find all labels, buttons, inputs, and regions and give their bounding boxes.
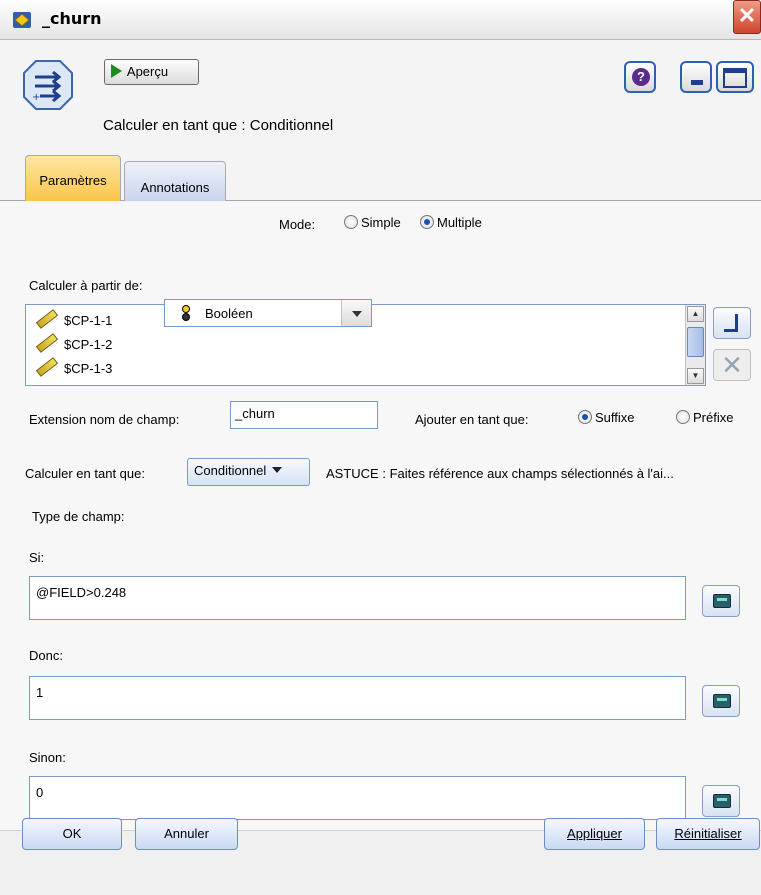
minimize-button[interactable] bbox=[680, 61, 712, 93]
list-scrollbar[interactable]: ▲ ▼ bbox=[685, 305, 705, 385]
ok-button[interactable]: OK bbox=[22, 818, 122, 850]
else-expression-builder-button[interactable] bbox=[702, 785, 740, 817]
prefix-radio[interactable]: Préfixe bbox=[676, 410, 733, 425]
then-expression-input[interactable]: 1 bbox=[29, 676, 686, 720]
reset-label: Réinitialiser bbox=[674, 826, 742, 841]
cancel-button[interactable]: Annuler bbox=[135, 818, 238, 850]
derive-node-dialog: _churn ✕ + Aperçu ? Calculer en tant que bbox=[0, 0, 761, 895]
then-label: Donc: bbox=[29, 648, 63, 663]
mode-simple-radio[interactable]: Simple bbox=[344, 215, 401, 230]
node-caption: Calculer en tant que : Conditionnel bbox=[103, 117, 334, 134]
field-type-label: Type de champ: bbox=[32, 509, 125, 524]
else-expression-input[interactable]: 0 bbox=[29, 776, 686, 820]
derive-from-label: Calculer à partir de: bbox=[29, 278, 143, 293]
scroll-up-icon[interactable]: ▲ bbox=[687, 306, 704, 322]
close-button[interactable]: ✕ bbox=[733, 0, 761, 34]
scroll-down-icon[interactable]: ▼ bbox=[687, 368, 704, 384]
ruler-continuous-icon bbox=[35, 309, 59, 329]
if-expression-builder-button[interactable] bbox=[702, 585, 740, 617]
field-picker-button[interactable] bbox=[713, 307, 751, 339]
tab-parametres[interactable]: Paramètres bbox=[25, 155, 121, 201]
list-item[interactable]: $CP-1-1 bbox=[35, 309, 113, 335]
radio-icon bbox=[344, 215, 358, 229]
if-label: Si: bbox=[29, 550, 45, 565]
scroll-thumb[interactable] bbox=[687, 327, 704, 357]
field-type-select[interactable]: Booléen bbox=[164, 299, 372, 327]
reset-button[interactable]: Réinitialiser bbox=[656, 818, 760, 850]
boolean-flag-icon bbox=[182, 305, 190, 321]
apply-button[interactable]: Appliquer bbox=[544, 818, 645, 850]
field-type-value: Booléen bbox=[205, 306, 253, 321]
derive-as-value: Conditionnel bbox=[194, 463, 267, 478]
suffix-label: Suffixe bbox=[595, 410, 635, 425]
svg-text:+: + bbox=[32, 92, 40, 103]
list-item[interactable]: $CP-1-2 bbox=[35, 333, 113, 359]
diamond-node-icon bbox=[13, 12, 31, 28]
maximize-button[interactable] bbox=[716, 61, 754, 93]
help-icon: ? bbox=[632, 68, 650, 86]
settings-panel: Mode: Simple Multiple Calculer à partir … bbox=[0, 202, 761, 830]
derive-as-dropdown[interactable]: Conditionnel bbox=[187, 458, 310, 486]
field-name: $CP-1-3 bbox=[64, 361, 113, 376]
extension-input[interactable]: _churn bbox=[230, 401, 378, 429]
if-expression-input[interactable]: @FIELD>0.248 bbox=[29, 576, 686, 620]
mode-multiple-radio[interactable]: Multiple bbox=[420, 215, 482, 230]
ruler-continuous-icon bbox=[35, 333, 59, 353]
field-picker-icon bbox=[724, 314, 738, 332]
dialog-header: + Aperçu ? Calculer en tant que : Condit… bbox=[0, 41, 761, 153]
mode-multiple-label: Multiple bbox=[437, 215, 482, 230]
prefix-label: Préfixe bbox=[693, 410, 734, 425]
list-item[interactable]: $CP-1-3 bbox=[35, 357, 113, 383]
extension-label: Extension nom de champ: bbox=[29, 412, 180, 427]
calculator-icon bbox=[713, 794, 731, 808]
preview-button[interactable]: Aperçu bbox=[104, 59, 199, 85]
mode-label: Mode: bbox=[279, 217, 316, 232]
calculator-icon bbox=[713, 694, 731, 708]
suffix-radio[interactable]: Suffixe bbox=[578, 410, 635, 425]
ruler-continuous-icon bbox=[35, 357, 59, 377]
radio-selected-icon bbox=[420, 215, 434, 229]
title-bar[interactable]: _churn ✕ bbox=[0, 0, 761, 40]
hint-text: ASTUCE : Faites référence aux champs sél… bbox=[326, 466, 674, 481]
derive-arrows-icon: + bbox=[23, 60, 73, 110]
field-name: $CP-1-2 bbox=[64, 337, 113, 352]
help-button[interactable]: ? bbox=[624, 61, 656, 93]
remove-field-button[interactable]: ✕ bbox=[713, 349, 751, 381]
minimize-icon bbox=[691, 80, 703, 85]
radio-selected-icon bbox=[578, 410, 592, 424]
field-name: $CP-1-1 bbox=[64, 313, 113, 328]
mode-simple-label: Simple bbox=[361, 215, 401, 230]
maximize-icon bbox=[723, 68, 747, 88]
else-label: Sinon: bbox=[29, 750, 66, 765]
then-expression-builder-button[interactable] bbox=[702, 685, 740, 717]
apply-label: Appliquer bbox=[567, 826, 622, 841]
window-title: _churn bbox=[42, 9, 102, 28]
chevron-down-icon[interactable] bbox=[341, 300, 371, 326]
calculator-icon bbox=[713, 594, 731, 608]
preview-label: Aperçu bbox=[126, 64, 169, 79]
delete-x-icon: ✕ bbox=[721, 350, 743, 380]
add-as-label: Ajouter en tant que: bbox=[415, 412, 529, 427]
chevron-down-icon bbox=[272, 467, 283, 473]
play-icon bbox=[111, 64, 122, 78]
derive-as-label: Calculer en tant que: bbox=[25, 466, 145, 481]
radio-icon bbox=[676, 410, 690, 424]
tab-annotations[interactable]: Annotations bbox=[124, 161, 226, 201]
tab-bar: Paramètres Annotations bbox=[0, 153, 761, 201]
